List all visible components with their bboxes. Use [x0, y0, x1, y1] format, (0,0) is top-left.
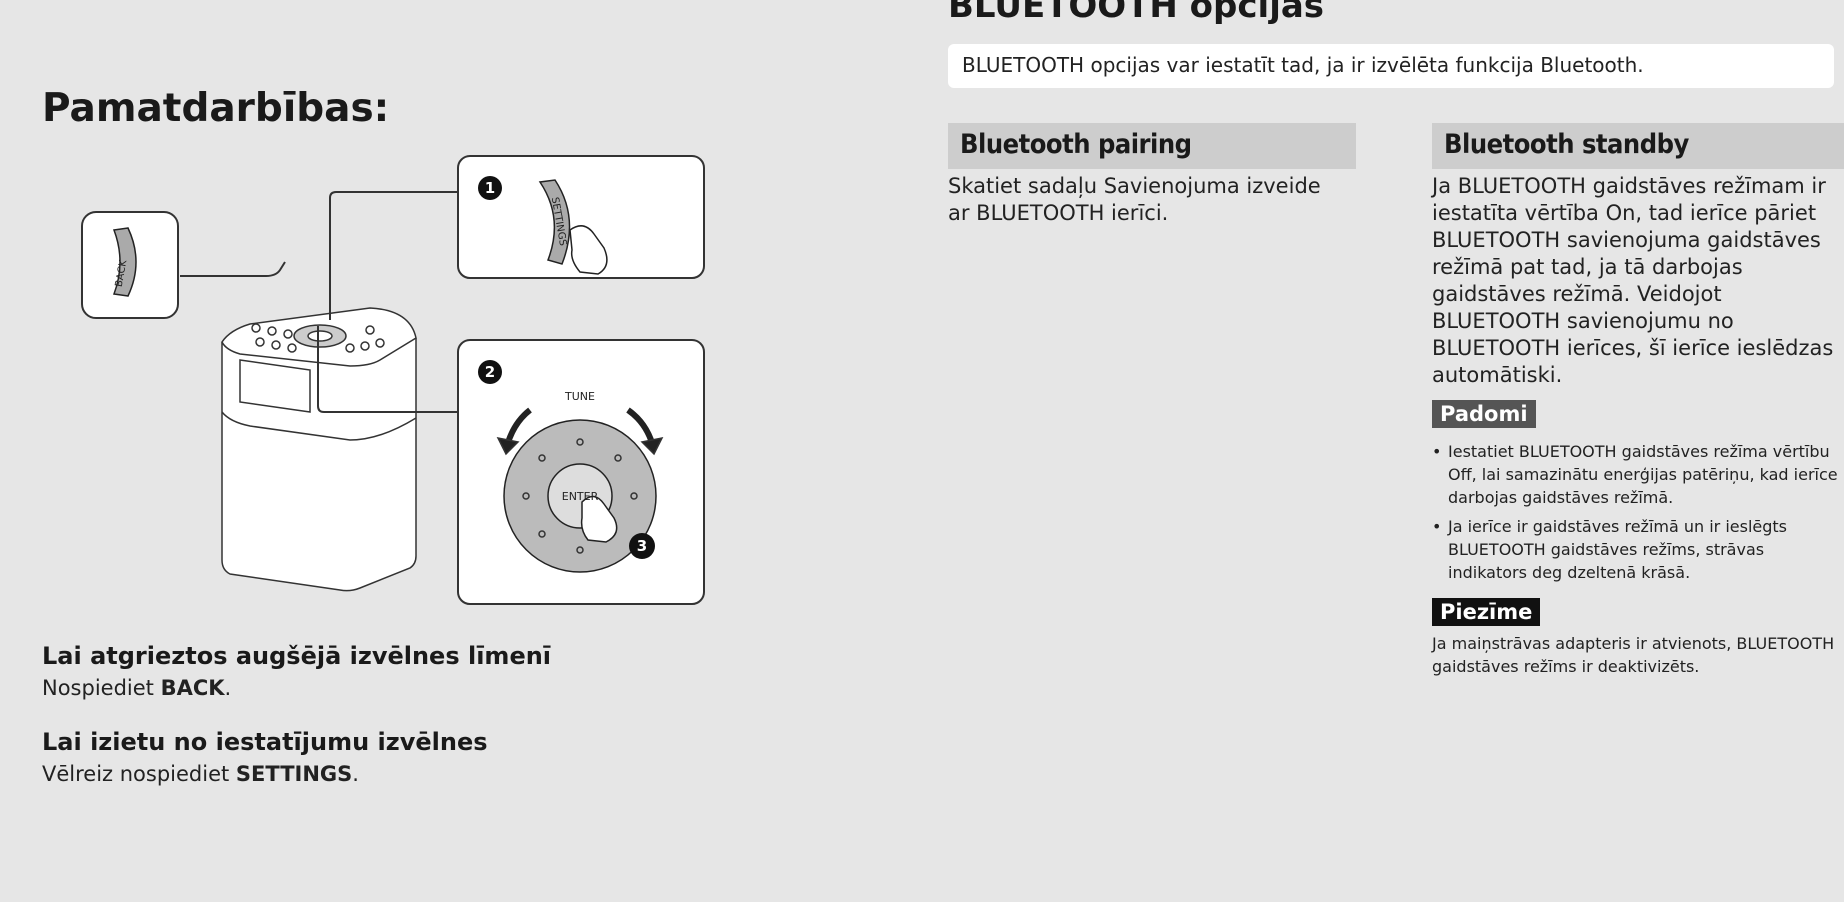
tips-label: Padomi — [1432, 400, 1536, 428]
section-exit: Lai izietu no iestatījumu izvēlnes Vēlre… — [42, 728, 488, 786]
list-item: Iestatiet BLUETOOTH gaidstāves režīma vē… — [1432, 440, 1842, 509]
section-back-heading: Lai atgrieztos augšējā izvēlnes līmenī — [42, 642, 552, 670]
enter-label: ENTER — [562, 490, 599, 503]
standby-text: Ja BLUETOOTH gaidstāves režīmam ir iesta… — [1432, 174, 1834, 387]
step-2-label: 2 — [485, 363, 495, 381]
section-exit-text-after: . — [352, 762, 359, 786]
back-keyword: BACK — [160, 676, 225, 700]
options-title: BLUETOOTH opcijas — [948, 0, 1325, 26]
pairing-text: Skatiet sadaļu Savienojuma izveide ar BL… — [948, 174, 1321, 225]
section-back-text-after: . — [224, 676, 232, 700]
device-illustration: BACK SETTINGS TUNE ENTER 1 2 3 — [81, 155, 705, 605]
intro-box: BLUETOOTH opcijas var iestatīt tad, ja i… — [948, 44, 1834, 88]
list-item: Ja ierīce ir gaidstāves režīmā un ir ies… — [1432, 515, 1842, 584]
section-exit-heading: Lai izietu no iestatījumu izvēlnes — [42, 728, 488, 756]
tune-label: TUNE — [564, 390, 595, 403]
step-3-label: 3 — [637, 537, 647, 555]
standby-heading: Bluetooth standby — [1432, 123, 1844, 169]
note-text: Ja maiņstrāvas adapteris ir atvienots, B… — [1432, 634, 1835, 676]
pairing-heading: Bluetooth pairing — [948, 123, 1356, 169]
note-label: Piezīme — [1432, 598, 1541, 626]
section-exit-text-before: Vēlreiz nospiediet — [42, 762, 236, 786]
settings-keyword: SETTINGS — [235, 762, 353, 786]
section-back: Lai atgrieztos augšējā izvēlnes līmenī N… — [42, 642, 551, 700]
page-title: Pamatdarbības: — [42, 86, 390, 131]
step-1-label: 1 — [485, 179, 495, 197]
section-exit-text: Vēlreiz nospiediet SETTINGS. — [42, 762, 488, 786]
section-back-text: Nospiediet BACK. — [42, 676, 551, 700]
tips-list: Iestatiet BLUETOOTH gaidstāves režīma vē… — [1432, 440, 1842, 590]
section-back-text-before: Nospiediet — [42, 676, 161, 700]
